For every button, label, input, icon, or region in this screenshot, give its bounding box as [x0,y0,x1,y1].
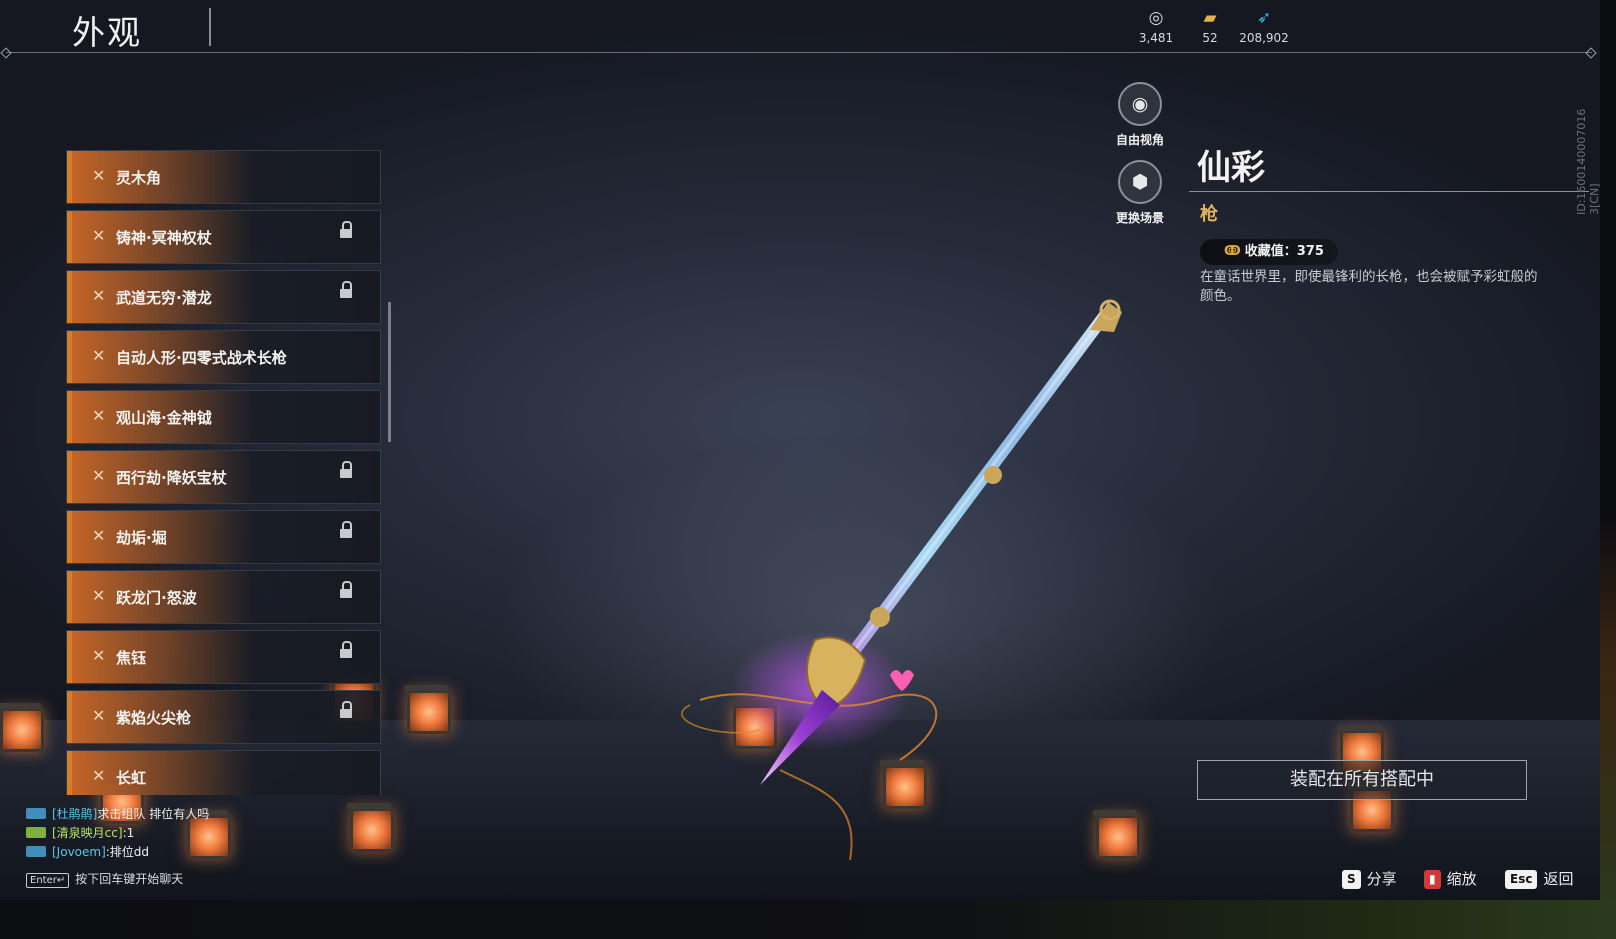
weapon-skin-icon: ✕ [92,346,106,365]
skin-list-item[interactable]: ✕ 自动人形·四零式战术长枪 [66,330,381,384]
page-title: 外观 [72,13,142,52]
currency-value: 208,902 [1239,31,1289,45]
channel-icon [26,827,46,838]
feather-icon: ➶ [1256,8,1272,28]
weapon-skin-icon: ✕ [92,286,106,305]
chat-text: :排位dd [105,845,150,859]
chat-message: [Jovoem]:排位dd [26,843,209,862]
top-bar: 外观 ◎ 3,481 ▰ 52 ➶ 208,902 [0,0,1600,59]
skin-list-item-label: 铸神·冥神权杖 [116,229,212,247]
skin-list-item[interactable]: ✕ 观山海·金神钺 [66,390,381,444]
weapon-skin-icon: ✕ [92,166,106,185]
free-camera-label: 自由视角 [1115,133,1164,147]
key-s: S [1342,870,1361,889]
cube-icon: ⬢ [1118,160,1162,204]
lock-icon [340,521,352,538]
chat-message: [杜鹃鹃]求击组队 排位有人吗 [26,805,209,824]
collection-value: 收藏值：375 [1244,244,1324,259]
skin-list-item-label: 武道无穷·潜龙 [116,289,212,307]
lock-icon [340,641,352,658]
currency-feathers: ➶ 208,902 [1224,8,1304,45]
skin-list[interactable]: ✕ 灵木角 ✕ 铸神·冥神权杖 ✕ 武道无穷·潜龙 ✕ 自动人形·四零式战术长枪 ✕ 观山海·金神… [66,150,382,795]
skin-list-item-label: 自动人形·四零式战术长枪 [116,349,287,367]
channel-icon [26,808,46,819]
collection-badge: ↂ 收藏值：375 [1200,239,1338,265]
divider [6,52,1592,53]
skin-list-item[interactable]: ✕ 西行劫·降妖宝杖 [66,450,381,504]
weapon-skin-icon: ✕ [92,466,106,485]
item-name: 仙彩 [1197,148,1265,188]
skin-list-item-label: 劫垢·堀 [116,529,167,547]
enter-key-icon: Enter↵ [26,873,70,888]
back-hint[interactable]: Esc 返回 [1505,868,1573,889]
weapon-skin-icon: ✕ [92,226,106,245]
zoom-label: 缩放 [1446,870,1477,888]
channel-icon [26,846,46,857]
skin-list-item[interactable]: ✕ 长虹 [66,750,381,795]
weapon-skin-icon: ✕ [92,406,106,425]
chat-sender[interactable]: [清泉映月cc] [52,826,123,840]
camera-icon: ◉ [1118,82,1162,126]
weapon-skin-icon: ✕ [92,706,106,725]
item-description: 在童话世界里，即使最锋利的长枪，也会被赋予彩虹般的颜色。 [1200,269,1538,304]
collection-icon: ↂ [1224,244,1241,259]
skin-list-item[interactable]: ✕ 跃龙门·怒波 [66,570,381,624]
window-edge [0,900,1616,939]
zoom-hint[interactable]: ▮ 缩放 [1424,868,1477,889]
skin-list-item[interactable]: ✕ 铸神·冥神权杖 [66,210,381,264]
weapon-skin-icon: ✕ [92,526,106,545]
skin-list-item[interactable]: ✕ 焦钰 [66,630,381,684]
chat-sender[interactable]: [Jovoem] [52,845,106,859]
skin-list-item-label: 灵木角 [116,169,162,187]
chat-input-label: 按下回车键开始聊天 [75,872,184,886]
item-type: 枪 [1200,204,1218,225]
lock-icon [340,701,352,718]
weapon-skin-icon: ✕ [92,646,106,665]
skin-list-item[interactable]: ✕ 灵木角 [66,150,381,204]
chat-message: [清泉映月cc]:1 [26,824,209,843]
weapon-skin-icon: ✕ [92,586,106,605]
skin-list-item-label: 跃龙门·怒波 [116,589,197,607]
skin-list-item-label: 长虹 [116,769,147,787]
key-esc: Esc [1505,870,1538,889]
skin-list-item-label: 观山海·金神钺 [116,409,212,427]
skin-list-item-label: 紫焰火尖枪 [116,709,192,727]
free-camera-button[interactable]: ◉ 自由视角 [1100,82,1180,148]
equip-all-button[interactable]: 装配在所有搭配中 [1197,760,1527,800]
weapon-skin-icon: ✕ [92,766,106,785]
skin-list-item-label: 焦钰 [116,649,147,667]
build-id: ID:1600140007016 3[CN] [1575,108,1601,215]
window-edge [1600,0,1616,939]
lock-icon [340,581,352,598]
lock-icon [340,281,352,298]
skin-list-item-label: 西行劫·降妖宝杖 [116,469,227,487]
change-scene-button[interactable]: ⬢ 更换场景 [1100,160,1180,226]
change-scene-label: 更换场景 [1115,211,1164,225]
share-hint[interactable]: S 分享 [1342,868,1397,889]
lock-icon [340,461,352,478]
divider [209,8,211,46]
chat-text: :1 [122,826,135,840]
list-scrollbar[interactable] [388,302,391,442]
mouse-icon: ▮ [1424,870,1441,889]
chat-box: [杜鹃鹃]求击组队 排位有人吗 [清泉映月cc]:1 [Jovoem]:排位dd [26,805,209,862]
back-label: 返回 [1543,870,1574,888]
lock-icon [340,221,352,238]
skin-list-item[interactable]: ✕ 武道无穷·潜龙 [66,270,381,324]
skin-list-item[interactable]: ✕ 紫焰火尖枪 [66,690,381,744]
chat-input-hint[interactable]: Enter↵ 按下回车键开始聊天 [26,870,183,888]
chat-sender[interactable]: [杜鹃鹃] [52,807,97,821]
divider [1189,191,1589,192]
share-label: 分享 [1366,870,1397,888]
skin-list-item[interactable]: ✕ 劫垢·堀 [66,510,381,564]
chat-text: 求击组队 排位有人吗 [97,807,210,821]
